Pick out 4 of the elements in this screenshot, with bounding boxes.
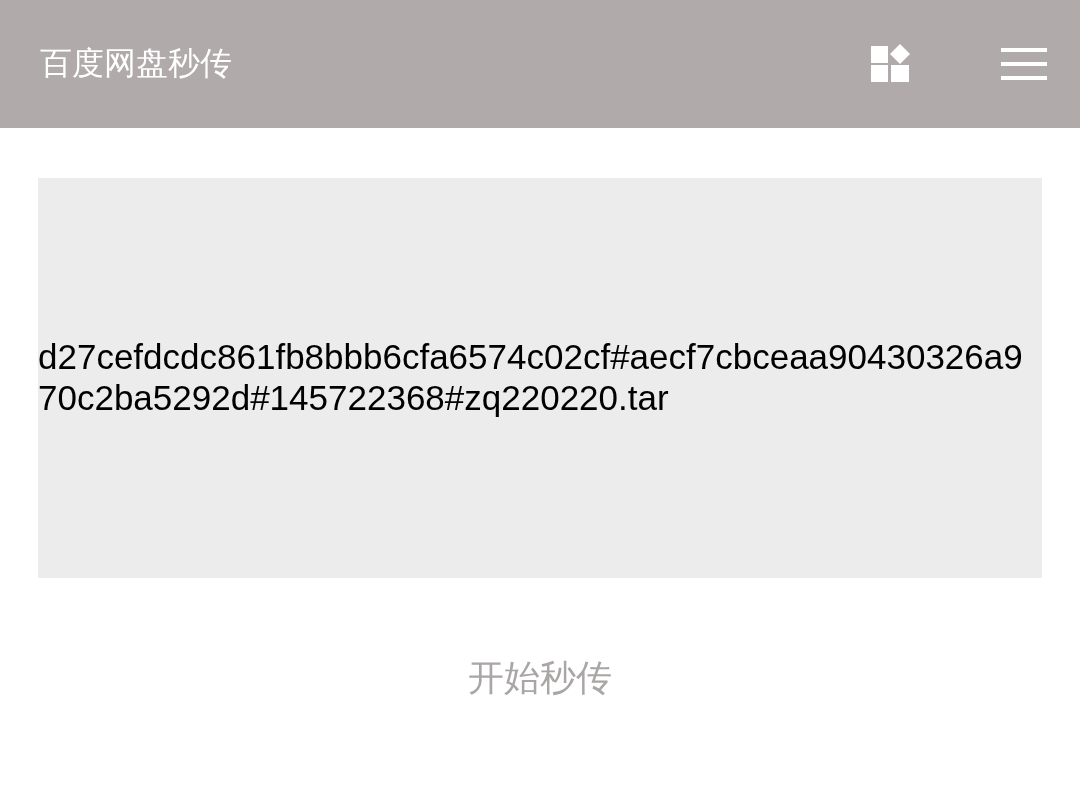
app-title: 百度网盘秒传 <box>40 43 232 84</box>
menu-icon[interactable] <box>1001 48 1047 80</box>
widgets-icon[interactable] <box>871 44 911 84</box>
input-field[interactable]: d27cefdcdc861fb8bbb6cfa6574c02cf#aecf7cbceaa90430326a970c2ba5292d#145722368#zq220220.tar <box>38 178 1042 578</box>
